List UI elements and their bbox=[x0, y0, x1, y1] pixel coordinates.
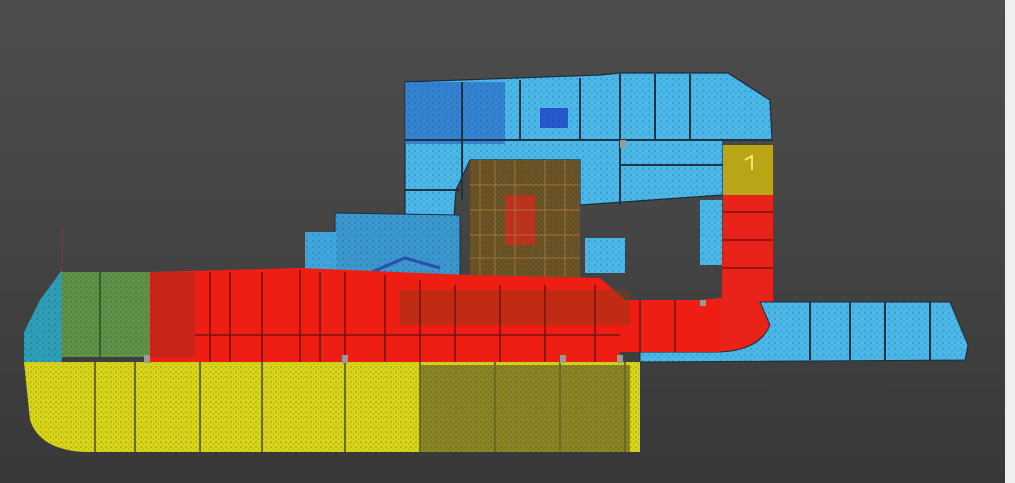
central-corridor-zone bbox=[150, 268, 720, 362]
green-room-zone bbox=[62, 272, 195, 357]
viewport-edge bbox=[1005, 0, 1015, 483]
annex-zone bbox=[305, 212, 461, 276]
central-detail-zone bbox=[470, 160, 580, 278]
left-end-zone bbox=[24, 228, 63, 362]
lower-wing-zone bbox=[24, 362, 640, 452]
point-cloud-floorplan bbox=[24, 72, 969, 452]
point-cloud-viewport[interactable] bbox=[0, 0, 1015, 483]
mid-right-zone bbox=[585, 200, 722, 273]
